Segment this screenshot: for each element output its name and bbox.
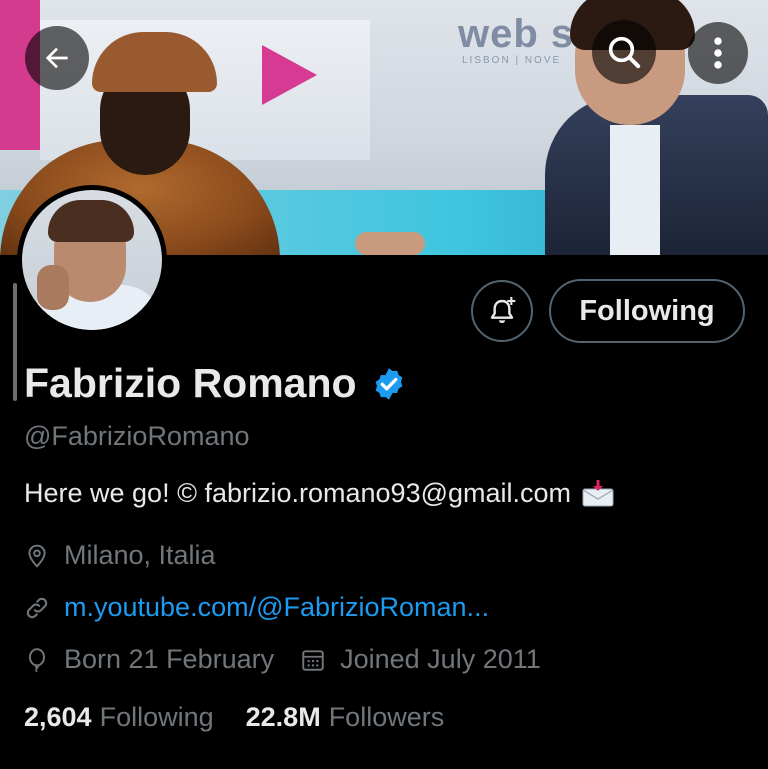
followers-stat[interactable]: 22.8M Followers <box>246 702 445 733</box>
profile-dates: Born 21 February Joined July 2011 <box>24 644 541 675</box>
following-button[interactable]: Following <box>549 279 745 343</box>
location-pin-icon <box>28 544 46 568</box>
profile-location-text: Milano, Italia <box>64 540 216 570</box>
following-label: Following <box>99 702 214 732</box>
profile-bio: Here we go! © fabrizio.romano93@gmail.co… <box>24 478 615 509</box>
arrow-left-icon <box>45 47 68 69</box>
followers-count: 22.8M <box>245 702 321 732</box>
followers-label: Followers <box>328 702 445 732</box>
avatar[interactable] <box>17 185 167 335</box>
banner-hand <box>355 232 425 255</box>
avatar-image <box>22 190 162 330</box>
banner-person-right-shirt <box>610 125 660 255</box>
profile-bio-text: Here we go! © fabrizio.romano93@gmail.co… <box>24 478 572 508</box>
profile-website: m.youtube.com/@FabrizioRoman... <box>24 592 489 623</box>
profile-birthday: Born 21 February <box>64 644 275 674</box>
profile-stats: 2,604 Following 22.8M Followers <box>24 702 444 733</box>
scroll-indicator <box>13 283 17 401</box>
profile-handle: @FabrizioRomano <box>24 421 250 451</box>
search-icon <box>608 36 641 69</box>
avatar-hand <box>37 265 69 310</box>
profile-joined: Joined July 2011 <box>340 644 541 674</box>
verified-badge-icon <box>375 367 402 400</box>
following-stat[interactable]: 2,604 Following <box>24 702 214 733</box>
profile-location: Milano, Italia <box>24 540 216 571</box>
more-vertical-icon <box>714 37 722 69</box>
back-button[interactable] <box>25 26 89 90</box>
bell-plus-icon <box>490 297 516 323</box>
following-count: 2,604 <box>24 702 92 732</box>
calendar-icon <box>302 649 324 671</box>
banner-pink-triangle <box>262 45 317 105</box>
incoming-envelope-icon <box>582 479 614 506</box>
profile-name: Fabrizio Romano <box>24 360 357 406</box>
profile-name-row: Fabrizio Romano <box>24 360 407 407</box>
search-button[interactable] <box>592 20 656 84</box>
notifications-button[interactable] <box>471 280 533 342</box>
banner-logo-text: web s <box>458 12 575 56</box>
avatar-hair <box>48 200 134 242</box>
balloon-icon <box>28 647 46 672</box>
link-icon <box>26 597 48 618</box>
more-button[interactable] <box>688 22 748 84</box>
profile-website-link[interactable]: m.youtube.com/@FabrizioRoman... <box>64 592 489 623</box>
banner-subtext: LISBON | NOVE <box>462 55 562 66</box>
